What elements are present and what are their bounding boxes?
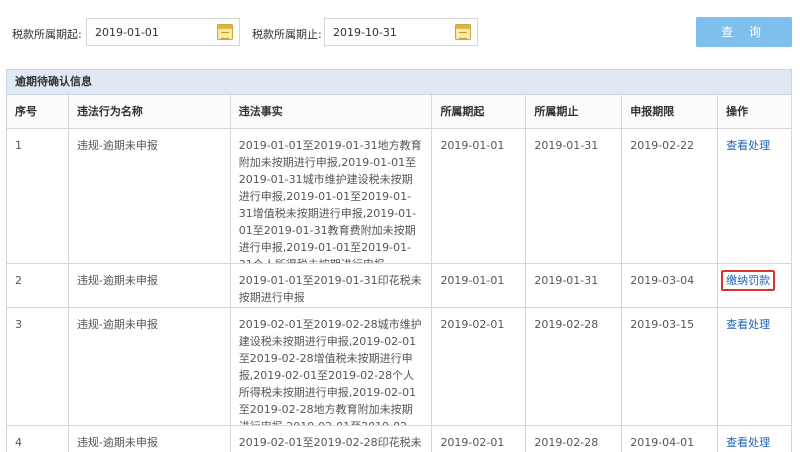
start-date-label: 税款所属期起: (12, 28, 82, 41)
calendar-icon[interactable] (455, 24, 471, 40)
row-number: 3 (7, 308, 69, 425)
violation-name: 违规-逾期未申报 (69, 308, 231, 425)
action-cell: 缴纳罚款 (718, 264, 792, 307)
table-header-row: 序号 违法行为名称 违法事实 所属期起 所属期止 申报期限 操作 (7, 95, 792, 129)
action-cell: 查看处理 (718, 129, 792, 263)
end-date-label: 税款所属期止: (252, 28, 322, 41)
period-start: 2019-01-01 (432, 264, 527, 307)
page: 税款所属期起: 2019-01-01 税款所属期止: 2019-10-31 查 … (0, 0, 800, 452)
row-number: 2 (7, 264, 69, 307)
period-start: 2019-02-01 (432, 308, 527, 425)
violation-fact: 2019-01-01至2019-01-31印花税未按期进行申报 (231, 264, 433, 307)
violation-name: 违规-逾期未申报 (69, 129, 231, 263)
violation-name: 违规-逾期未申报 (69, 264, 231, 307)
column-header: 申报期限 (622, 95, 719, 128)
period-start: 2019-02-01 (432, 426, 527, 452)
overdue-table: 序号 违法行为名称 违法事实 所属期起 所属期止 申报期限 操作 1 违规-逾期… (6, 95, 792, 452)
end-date-value: 2019-10-31 (333, 26, 397, 39)
period-start: 2019-01-01 (432, 129, 527, 263)
view-handle-link[interactable]: 查看处理 (726, 139, 770, 152)
calendar-icon[interactable] (217, 24, 233, 40)
filing-deadline: 2019-03-15 (622, 308, 719, 425)
period-end: 2019-02-28 (526, 426, 623, 452)
violation-fact: 2019-02-01至2019-02-28印花税未按期进行申报 (231, 426, 433, 452)
row-number: 1 (7, 129, 69, 263)
period-end: 2019-01-31 (526, 264, 623, 307)
action-cell: 查看处理 (718, 308, 792, 425)
period-end: 2019-01-31 (526, 129, 623, 263)
table-row: 2 违规-逾期未申报 2019-01-01至2019-01-31印花税未按期进行… (7, 264, 792, 308)
violation-name: 违规-逾期未申报 (69, 426, 231, 452)
start-date-input[interactable]: 2019-01-01 (86, 18, 240, 46)
column-header: 操作 (718, 95, 792, 128)
column-header: 所属期止 (526, 95, 623, 128)
table-row: 3 违规-逾期未申报 2019-02-01至2019-02-28城市维护建设税未… (7, 308, 792, 426)
query-button[interactable]: 查 询 (696, 17, 792, 47)
filing-deadline: 2019-03-04 (622, 264, 719, 307)
view-handle-link[interactable]: 查看处理 (726, 318, 770, 331)
end-date-input[interactable]: 2019-10-31 (324, 18, 478, 46)
column-header: 所属期起 (432, 95, 527, 128)
violation-fact: 2019-01-01至2019-01-31地方教育附加未按期进行申报,2019-… (231, 129, 433, 263)
violation-fact: 2019-02-01至2019-02-28城市维护建设税未按期进行申报,2019… (231, 308, 433, 425)
filing-deadline: 2019-02-22 (622, 129, 719, 263)
pay-fine-link[interactable]: 缴纳罚款 (721, 270, 776, 291)
table-row: 1 违规-逾期未申报 2019-01-01至2019-01-31地方教育附加未按… (7, 129, 792, 264)
view-handle-link[interactable]: 查看处理 (726, 436, 770, 449)
filter-bar: 税款所属期起: 2019-01-01 税款所属期止: 2019-10-31 查 … (0, 0, 800, 66)
filing-deadline: 2019-04-01 (622, 426, 719, 452)
action-cell: 查看处理 (718, 426, 792, 452)
column-header: 违法行为名称 (69, 95, 231, 128)
row-number: 4 (7, 426, 69, 452)
table-row: 4 违规-逾期未申报 2019-02-01至2019-02-28印花税未按期进行… (7, 426, 792, 452)
start-date-value: 2019-01-01 (95, 26, 159, 39)
column-header: 违法事实 (231, 95, 433, 128)
section-title: 逾期待确认信息 (6, 69, 792, 95)
column-header: 序号 (7, 95, 69, 128)
period-end: 2019-02-28 (526, 308, 623, 425)
